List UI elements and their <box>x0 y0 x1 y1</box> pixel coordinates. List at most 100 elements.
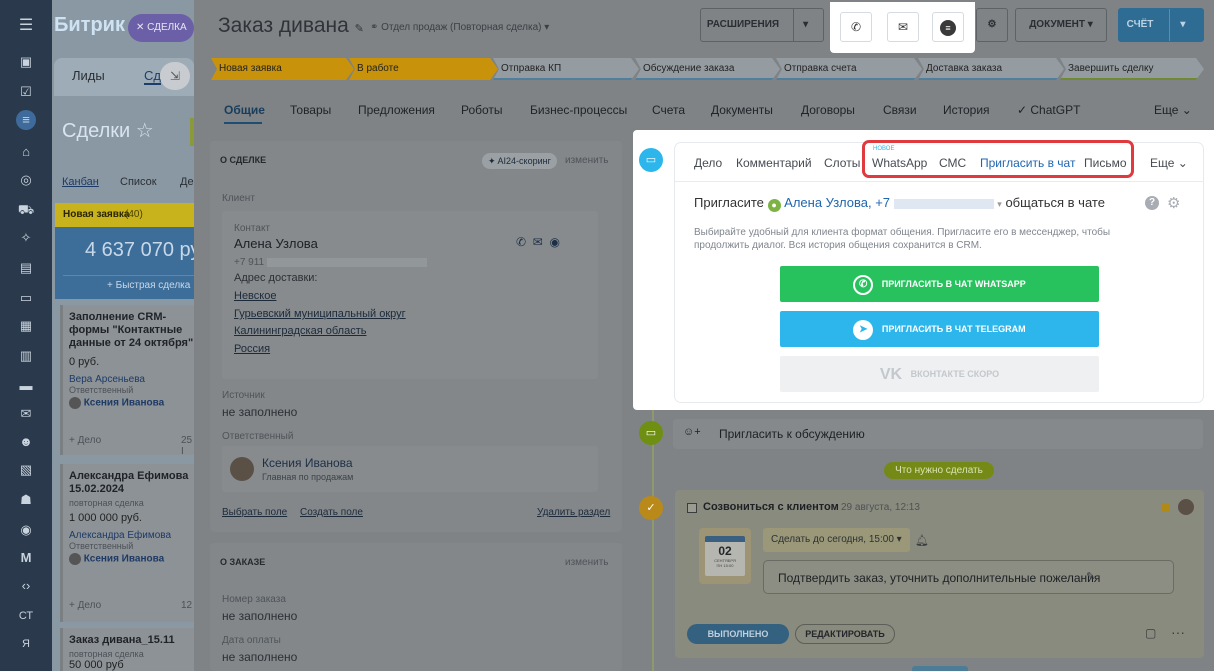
kanban-card[interactable]: Александра Ефимова 15.02.2024 повторная … <box>60 464 194 622</box>
tab-more[interactable]: Еще ⌄ <box>1150 156 1188 170</box>
document-button[interactable]: ДОКУМЕНТ ▾ <box>1015 8 1107 42</box>
contact-name[interactable]: Алена Узлова <box>234 236 318 251</box>
card-contact[interactable]: Вера Арсеньева <box>69 374 194 385</box>
target-icon[interactable]: ◎ <box>16 170 36 190</box>
address-line[interactable]: Калининградская область <box>234 325 366 337</box>
bill-button[interactable]: СЧЁТ ▾ <box>1118 8 1204 42</box>
create-field-link[interactable]: Создать поле <box>300 507 363 518</box>
chat-icon[interactable]: ▭ <box>16 288 36 308</box>
tab-contracts[interactable]: Договоры <box>801 103 855 117</box>
stage-item[interactable]: Отправка КП <box>493 58 639 80</box>
collapse-icon[interactable]: ⇲ <box>160 62 190 90</box>
responsible-name[interactable]: Ксения Иванова <box>262 456 353 470</box>
responsible-block[interactable]: Ксения Иванова Главная по продажам <box>222 446 598 492</box>
card-title[interactable]: Александра Ефимова 15.02.2024 <box>69 470 194 496</box>
deal-pipeline[interactable]: ⚭ Отдел продаж (Повторная сделка) ▾ <box>370 22 549 33</box>
invite-phone[interactable]: +7 <box>875 195 890 210</box>
address-line[interactable]: Россия <box>234 343 270 355</box>
bank-icon[interactable]: ⌂ <box>16 142 36 162</box>
invite-contact-name[interactable]: Алена Узлова <box>784 195 868 210</box>
tab-products[interactable]: Товары <box>290 103 331 117</box>
quick-deal-button[interactable]: + Быстрая сделка <box>63 275 203 293</box>
kanban-card[interactable]: Заказ дивана_15.11 повторная сделка 50 0… <box>60 628 194 671</box>
kanban-card[interactable]: Заполнение CRM-формы "Контактные данные … <box>60 305 194 457</box>
cart-icon[interactable]: ⛟ <box>16 200 36 220</box>
phone-icon[interactable]: ✆ <box>840 12 872 42</box>
file-icon[interactable]: ▥ <box>16 346 36 366</box>
more-dots-icon[interactable]: ··· <box>1171 624 1185 640</box>
doc-icon[interactable]: ▤ <box>16 258 36 278</box>
star-icon[interactable]: ☆ <box>136 120 154 142</box>
tab-slots[interactable]: Слоты <box>824 156 860 170</box>
stage-item[interactable]: Доставка заказа <box>918 58 1064 80</box>
stage-item[interactable]: Завершить сделку <box>1060 58 1204 80</box>
menu-icon[interactable]: ☰ <box>16 16 36 36</box>
card-title[interactable]: Заказ дивана_15.11 <box>69 634 194 647</box>
chevron-down-icon[interactable]: ▾ <box>1169 9 1195 41</box>
tab-links[interactable]: Связи <box>883 103 917 117</box>
mail-icon[interactable]: ✉ <box>16 404 36 424</box>
m-icon[interactable]: M <box>16 548 36 568</box>
box-icon[interactable]: ◉ <box>16 520 36 540</box>
view-kanban[interactable]: Канбан <box>62 176 99 188</box>
change-link[interactable]: изменить <box>565 557 609 568</box>
calendar-icon[interactable]: ▦ <box>16 316 36 336</box>
stage-item[interactable]: В работе <box>349 58 498 80</box>
address-line[interactable]: Гурьевский муниципальный округ <box>234 308 406 320</box>
tab-bills[interactable]: Счета <box>652 103 685 117</box>
card-title[interactable]: Заполнение CRM-формы "Контактные данные … <box>69 311 199 350</box>
tab-offers[interactable]: Предложения <box>358 103 435 117</box>
invite-discuss-bar[interactable]: ☺+ Пригласить к обсуждению <box>673 419 1203 449</box>
stage-item[interactable]: Обсуждение заказа <box>635 58 780 80</box>
id-card-icon[interactable]: ▧ <box>16 460 36 480</box>
tab-bizproc[interactable]: Бизнес-процессы <box>530 103 627 117</box>
chevron-down-icon[interactable]: ▾ <box>793 9 817 41</box>
bell-icon[interactable]: 🔔︎ <box>915 534 929 547</box>
stage-item[interactable]: Новая заявка <box>211 58 354 80</box>
home-icon[interactable]: ▣ <box>16 52 36 72</box>
invite-whatsapp-button[interactable]: ✆ ПРИГЛАСИТЬ В ЧАТ WHATSAPP <box>780 266 1099 302</box>
card-person[interactable]: Ксения Иванова <box>69 553 194 565</box>
tab-general[interactable]: Общие <box>224 103 265 117</box>
view-other[interactable]: Де <box>180 176 194 188</box>
tasks-icon[interactable]: ☑ <box>16 82 36 102</box>
task-title[interactable]: Созвониться с клиентом <box>703 501 839 513</box>
edit-pencil-icon[interactable]: ✎ <box>1086 570 1095 583</box>
tab-task[interactable]: Дело <box>694 156 722 170</box>
help-icon[interactable]: ? <box>1145 196 1159 210</box>
chevron-down-icon[interactable]: ▾ <box>997 199 1002 209</box>
invite-telegram-button[interactable]: ➤ ПРИГЛАСИТЬ В ЧАТ TELEGRAM <box>780 311 1099 347</box>
people-icon[interactable]: ☻ <box>16 432 36 452</box>
code-icon[interactable]: ‹› <box>16 576 36 596</box>
view-list[interactable]: Список <box>120 176 157 188</box>
flag-icon[interactable] <box>1161 503 1170 512</box>
card-add-task[interactable]: + Дело <box>69 600 101 611</box>
rail-label-ct[interactable]: СТ <box>16 606 36 626</box>
done-button[interactable]: ВЫПОЛНЕНО <box>687 624 789 644</box>
tab-chatgpt[interactable]: ✓ ChatGPT <box>1017 103 1080 117</box>
filter-icon[interactable]: ≡ <box>16 110 36 130</box>
note-icon[interactable]: ▢ <box>1145 626 1156 640</box>
edit-button[interactable]: РЕДАКТИРОВАТЬ <box>795 624 895 644</box>
deadline-selector[interactable]: Сделать до сегодня, 15:00 ▾ <box>763 528 910 552</box>
tab-deals[interactable]: Сд <box>144 68 161 85</box>
edit-pencil-icon[interactable]: ✎ <box>355 23 364 35</box>
task-checkbox[interactable] <box>687 503 697 513</box>
robot-icon[interactable]: ☗ <box>16 490 36 510</box>
task-note[interactable]: Подтвердить заказ, уточнить дополнительн… <box>763 560 1174 594</box>
source-value[interactable]: не заполнено <box>222 405 297 419</box>
address-line[interactable]: Невское <box>234 290 276 302</box>
puzzle-icon[interactable]: ✧ <box>16 228 36 248</box>
mail-icon[interactable]: ✉ <box>887 12 919 42</box>
mail-icon[interactable]: ✉ <box>533 235 543 249</box>
tab-comment[interactable]: Комментарий <box>736 156 812 170</box>
card-person[interactable]: Ксения Иванова <box>69 397 194 409</box>
order-number-value[interactable]: не заполнено <box>222 609 297 623</box>
chat-icon[interactable]: ◉ <box>549 235 559 249</box>
tab-history[interactable]: История <box>943 103 990 117</box>
tab-robots[interactable]: Роботы <box>461 103 503 117</box>
card-add-task[interactable]: + Дело <box>69 435 101 446</box>
payment-date-value[interactable]: не заполнено <box>222 650 297 664</box>
rail-label-ya[interactable]: Я <box>16 634 36 654</box>
tab-leads[interactable]: Лиды <box>72 68 105 83</box>
